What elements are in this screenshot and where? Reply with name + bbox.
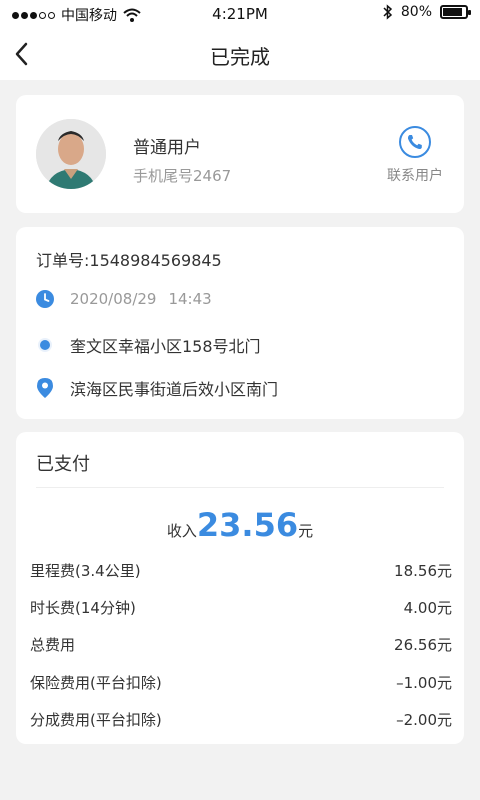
user-name: 普通用户 xyxy=(133,138,201,158)
fee-value: 26.56元 xyxy=(394,636,452,654)
order-card: 订单号:1548984569845 2020/08/29 14:43 奎文区幸福… xyxy=(16,227,464,419)
battery-icon xyxy=(440,5,471,19)
payment-card: 已支付 收入23.56元 里程费(3.4公里) 18.56元 时长费(14分钟)… xyxy=(16,432,464,744)
fee-value: 18.56元 xyxy=(394,562,452,580)
contact-user-button[interactable]: 联系用户 xyxy=(384,125,446,185)
fee-label: 总费用 xyxy=(30,636,76,654)
divider xyxy=(36,487,444,488)
fee-label: 里程费(3.4公里) xyxy=(30,562,141,580)
end-address-row: 滨海区民事街道后效小区南门 xyxy=(36,376,278,400)
contact-user-label: 联系用户 xyxy=(387,168,443,184)
nav-bar: 已完成 xyxy=(0,28,480,80)
status-bar: 中国移动 4:21PM 80% xyxy=(0,0,480,28)
clock-icon xyxy=(36,290,54,308)
order-time-row: 2020/08/29 14:43 xyxy=(36,290,212,308)
fee-value: 4.00元 xyxy=(403,599,452,617)
fee-label: 保险费用(平台扣除) xyxy=(30,674,162,692)
fee-row-total: 总费用 26.56元 xyxy=(30,634,452,655)
fee-value: –2.00元 xyxy=(396,711,452,729)
fee-value: –1.00元 xyxy=(396,674,452,692)
status-right: 80% xyxy=(383,4,471,20)
fee-row-duration: 时长费(14分钟) 4.00元 xyxy=(30,597,452,618)
battery-percent: 80% xyxy=(400,4,432,20)
start-address-row: 奎文区幸福小区158号北门 xyxy=(36,333,261,357)
income-label: 收入 xyxy=(166,522,197,540)
order-date: 2020/08/29 xyxy=(70,290,157,308)
order-number: 订单号:1548984569845 xyxy=(36,251,222,270)
phone-icon xyxy=(399,126,431,158)
fee-row-mileage: 里程费(3.4公里) 18.56元 xyxy=(30,560,452,581)
income-amount: 23.56 xyxy=(196,506,299,544)
fee-row-commission: 分成费用(平台扣除) –2.00元 xyxy=(30,709,452,730)
fee-row-insurance: 保险费用(平台扣除) –1.00元 xyxy=(30,672,452,693)
order-time: 14:43 xyxy=(168,290,212,308)
income-unit: 元 xyxy=(298,522,314,540)
user-avatar-icon xyxy=(36,119,106,189)
user-phone: 手机尾号2467 xyxy=(133,167,232,185)
start-dot-icon xyxy=(38,338,52,352)
fee-label: 分成费用(平台扣除) xyxy=(30,711,162,729)
payment-status: 已支付 xyxy=(36,454,90,475)
end-address: 滨海区民事街道后效小区南门 xyxy=(70,380,279,399)
income-summary: 收入23.56元 xyxy=(16,506,464,544)
avatar xyxy=(36,119,106,189)
user-card: 普通用户 手机尾号2467 联系用户 xyxy=(16,95,464,213)
location-pin-icon xyxy=(37,378,53,398)
fee-label: 时长费(14分钟) xyxy=(30,599,136,617)
bluetooth-icon xyxy=(383,4,392,20)
page-title: 已完成 xyxy=(210,45,270,69)
start-address: 奎文区幸福小区158号北门 xyxy=(70,337,261,356)
